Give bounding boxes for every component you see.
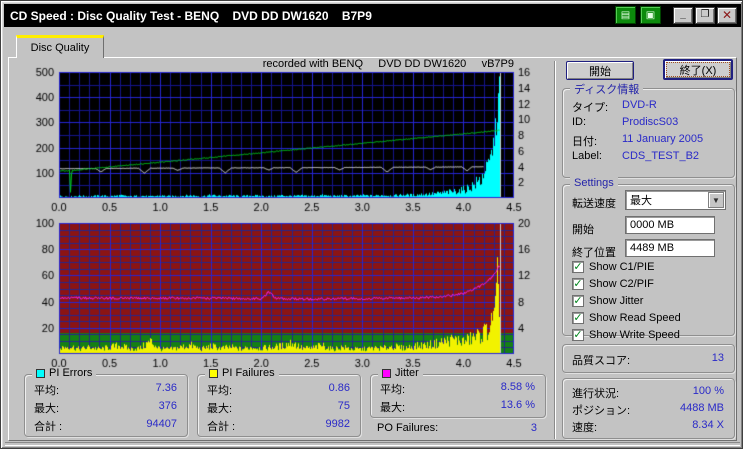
position-row: ポジション: 4488 MB — [572, 402, 724, 417]
jitter-title: Jitter — [395, 367, 419, 379]
end-position-label: 終了位置 — [572, 247, 616, 259]
jitter-max-row: 最大: 13.6 % — [380, 399, 535, 414]
quality-chart-top — [15, 56, 550, 215]
minimize-button[interactable]: _ — [673, 6, 693, 24]
panel-separator — [554, 61, 556, 439]
tab-label: Disc Quality — [30, 42, 90, 54]
pi-failures-total-row: 合計 :9982 — [207, 418, 350, 433]
transfer-speed-label: 転送速度 — [572, 198, 616, 210]
quality-score-group: 品質スコア: 13 — [562, 344, 735, 373]
checkbox-show-c2-pif[interactable]: ✓ Show C2/PIF — [572, 278, 654, 290]
exit-button[interactable]: 終了(X) — [663, 59, 733, 80]
disc-date-row: 日付: 11 January 2005 — [572, 133, 704, 148]
drive-icon[interactable]: ▣ — [640, 6, 661, 24]
pi-errors-total-row: 合計 :94407 — [34, 418, 177, 433]
tab-disc-quality[interactable]: Disc Quality — [16, 35, 104, 58]
jitter-avg-row: 平均: 8.58 % — [380, 381, 535, 396]
pi-failures-group: PI Failures 平均: 0.86 最大: 75 合計 :9982 — [197, 367, 361, 437]
pi-errors-group: PI Errors 平均: 7.36 最大: 376 合計 :94407 — [24, 367, 188, 437]
title-bar[interactable]: CD Speed : Disc Quality Test - BENQ DVD … — [4, 4, 741, 27]
checkbox-show-read-speed[interactable]: ✓ Show Read Speed — [572, 312, 681, 324]
disc-info-group: ディスク情報 タイプ: DVD-R ID: ProdiscS03 日付: 11 Jan… — [562, 81, 735, 178]
disc-id-row: ID: ProdiscS03 — [572, 116, 679, 128]
checkmark-icon: ✓ — [572, 278, 584, 290]
pi-failures-max-row: 最大: 75 — [207, 400, 350, 415]
start-position-field[interactable]: 0000 MB — [625, 216, 715, 234]
disc-info-title: ディスク情報 — [570, 81, 644, 97]
status-bar — [5, 442, 740, 446]
checkbox-show-write-speed[interactable]: ✓ Show Write Speed — [572, 329, 680, 341]
checkbox-show-jitter[interactable]: ✓ Show Jitter — [572, 295, 643, 307]
speed-row: 速度: 8.34 X — [572, 419, 724, 434]
start-button[interactable]: 開始 — [566, 61, 634, 80]
transfer-speed-combobox[interactable]: 最大 ▼ — [625, 190, 726, 210]
progress-row: 進行状況: 100 % — [572, 385, 724, 400]
pi-failures-title: PI Failures — [222, 367, 275, 379]
pi-errors-legend-swatch — [36, 368, 45, 378]
settings-title: Settings — [570, 177, 618, 189]
po-failures-row: PO Failures: 3 — [377, 422, 537, 434]
checkmark-icon: ✓ — [572, 312, 584, 324]
checkmark-icon: ✓ — [572, 261, 584, 273]
checkmark-icon: ✓ — [572, 329, 584, 341]
settings-group: Settings 転送速度 最大 ▼ 開始 0000 MB 終了位置 4489 … — [562, 177, 735, 341]
jitter-group: Jitter 平均: 8.58 % 最大: 13.6 % — [370, 367, 546, 418]
disc-type-row: タイプ: DVD-R — [572, 99, 657, 114]
pi-failures-legend-swatch — [209, 368, 218, 378]
window-title: CD Speed : Disc Quality Test - BENQ DVD … — [10, 8, 372, 23]
pi-errors-title: PI Errors — [49, 367, 93, 379]
checkbox-show-c1-pie[interactable]: ✓ Show C1/PIE — [572, 261, 654, 273]
close-button[interactable]: ✕ — [717, 6, 737, 24]
disc-label-row: Label: CDS_TEST_B2 — [572, 150, 700, 162]
quality-score-row: 品質スコア: 13 — [572, 352, 724, 367]
start-position-label: 開始 — [572, 224, 594, 236]
pi-failures-avg-row: 平均: 0.86 — [207, 382, 350, 397]
checkmark-icon: ✓ — [572, 295, 584, 307]
maximize-button[interactable]: ❐ — [695, 6, 715, 24]
chevron-down-icon[interactable]: ▼ — [708, 192, 724, 208]
app-window: CD Speed : Disc Quality Test - BENQ DVD … — [0, 0, 743, 449]
jitter-legend-swatch — [382, 368, 391, 378]
quality-chart-bottom — [15, 215, 550, 371]
pi-errors-max-row: 最大: 376 — [34, 400, 177, 415]
report-icon[interactable]: ▤ — [615, 6, 636, 24]
progress-group: 進行状況: 100 % ポジション: 4488 MB 速度: 8.34 X — [562, 378, 735, 439]
end-position-field[interactable]: 4489 MB — [625, 239, 715, 257]
pi-errors-avg-row: 平均: 7.36 — [34, 382, 177, 397]
